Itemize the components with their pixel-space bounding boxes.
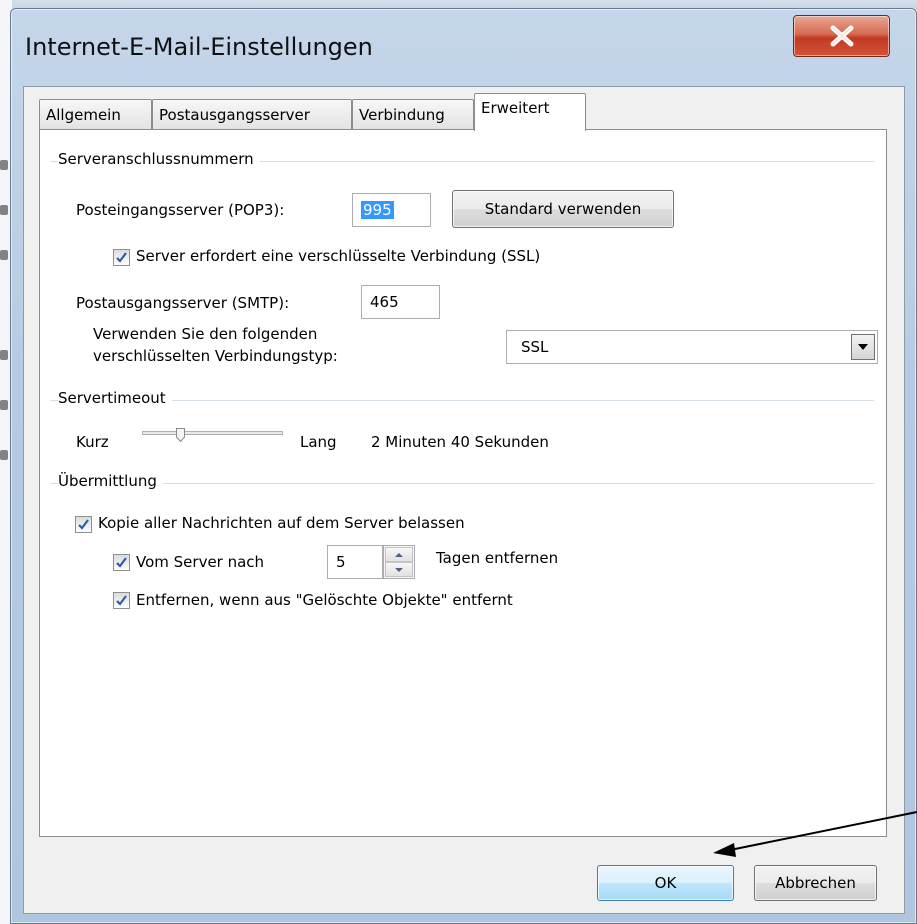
dropdown-button[interactable] <box>851 334 875 360</box>
checkmark-icon <box>116 595 127 606</box>
spin-down-button[interactable] <box>385 562 413 577</box>
group-label-delivery: Übermittlung <box>58 472 163 490</box>
timeout-slider-thumb[interactable] <box>176 428 185 442</box>
tab-panel-erweitert: Serveranschlussnummern Posteingangsserve… <box>39 129 887 837</box>
remove-after-checkbox[interactable] <box>113 554 130 571</box>
dialog-window: Internet-E-Mail-Einstellungen Allgemein … <box>10 8 917 924</box>
encryption-label-line2: verschlüsselten Verbindungstyp: <box>93 347 338 365</box>
spin-up-button[interactable] <box>385 547 413 562</box>
background-glyph <box>0 400 8 410</box>
group-label-timeout: Servertimeout <box>58 389 172 407</box>
close-icon <box>830 25 853 47</box>
background-glyph <box>0 205 8 215</box>
pop3-port-value: 995 <box>361 201 394 219</box>
encryption-type-select[interactable]: SSL <box>506 330 878 364</box>
tab-label: Verbindung <box>359 106 445 124</box>
background-glyph <box>0 160 8 170</box>
tab-allgemein[interactable]: Allgemein <box>39 99 152 129</box>
encryption-label-line1: Verwenden Sie den folgenden <box>93 325 318 343</box>
chevron-down-icon <box>858 344 868 350</box>
tab-postausgangsserver[interactable]: Postausgangsserver <box>152 99 352 129</box>
arrow-down-icon <box>395 567 403 572</box>
pop3-port-input[interactable]: 995 <box>352 193 431 227</box>
group-label-ports: Serveranschlussnummern <box>58 150 260 168</box>
tab-erweitert[interactable]: Erweitert <box>474 93 586 131</box>
timeout-value: 2 Minuten 40 Sekunden <box>371 433 549 451</box>
tab-label: Allgemein <box>46 106 121 124</box>
remove-after-days-input[interactable]: 5 <box>327 545 383 579</box>
smtp-port-input[interactable]: 465 <box>361 285 440 319</box>
remove-deleted-label: Entfernen, wenn aus "Gelöschte Objekte" … <box>136 591 513 609</box>
tab-verbindung[interactable]: Verbindung <box>352 99 474 129</box>
ssl-checkbox-label: Server erfordert eine verschlüsselte Ver… <box>136 247 541 265</box>
background-glyph <box>0 350 8 360</box>
background-glyph <box>0 450 8 460</box>
checkmark-icon <box>116 557 127 568</box>
ssl-checkbox[interactable] <box>113 249 130 266</box>
background-glyph <box>0 250 8 260</box>
encryption-type-value: SSL <box>521 338 549 356</box>
dialog-title: Internet-E-Mail-Einstellungen <box>25 33 373 61</box>
remove-after-days-value: 5 <box>336 553 346 571</box>
pop3-label: Posteingangsserver (POP3): <box>76 201 285 219</box>
tab-label: Postausgangsserver <box>159 106 310 124</box>
close-button[interactable] <box>793 15 890 57</box>
timeout-slider-track[interactable] <box>142 431 283 435</box>
smtp-port-value: 465 <box>370 293 399 311</box>
timeout-short-label: Kurz <box>76 433 109 451</box>
keep-copy-checkbox[interactable] <box>75 516 92 533</box>
use-default-button[interactable]: Standard verwenden <box>452 190 674 228</box>
remove-deleted-checkbox[interactable] <box>113 592 130 609</box>
remove-after-label: Vom Server nach <box>136 553 265 571</box>
remove-after-suffix: Tagen entfernen <box>436 549 559 567</box>
ok-button[interactable]: OK <box>597 865 734 901</box>
timeout-long-label: Lang <box>300 433 337 451</box>
keep-copy-label: Kopie aller Nachrichten auf dem Server b… <box>98 514 465 532</box>
arrow-up-icon <box>395 552 403 557</box>
group-divider <box>50 483 874 484</box>
group-divider <box>50 400 874 401</box>
days-spinner[interactable] <box>383 545 415 579</box>
cancel-button[interactable]: Abbrechen <box>754 865 877 901</box>
tab-label: Erweitert <box>481 99 550 117</box>
checkmark-icon <box>116 252 127 263</box>
dialog-client-area: Allgemein Postausgangsserver Verbindung … <box>23 86 905 914</box>
checkmark-icon <box>78 519 89 530</box>
smtp-label: Postausgangsserver (SMTP): <box>76 294 290 312</box>
